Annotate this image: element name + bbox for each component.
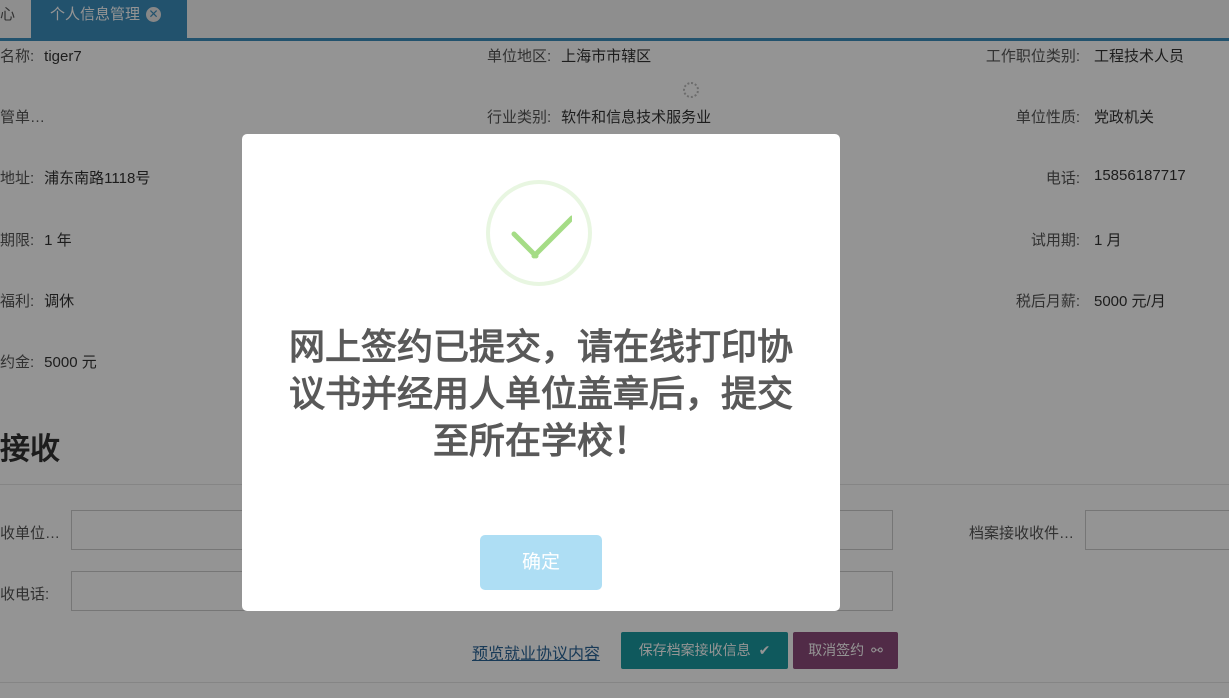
success-dialog: 网上签约已提交，请在线打印协 议书并经用人单位盖章后，提交 至所在学校！ 确定	[242, 134, 840, 611]
dialog-message: 网上签约已提交，请在线打印协 议书并经用人单位盖章后，提交 至所在学校！	[272, 324, 810, 465]
confirm-button[interactable]: 确定	[480, 535, 602, 590]
dialog-message-line: 议书并经用人单位盖章后，提交	[288, 374, 793, 415]
check-icon	[511, 215, 572, 259]
dialog-message-line: 至所在学校！	[432, 421, 649, 462]
success-icon	[486, 180, 592, 286]
dialog-message-line: 网上签约已提交，请在线打印协	[288, 327, 793, 368]
